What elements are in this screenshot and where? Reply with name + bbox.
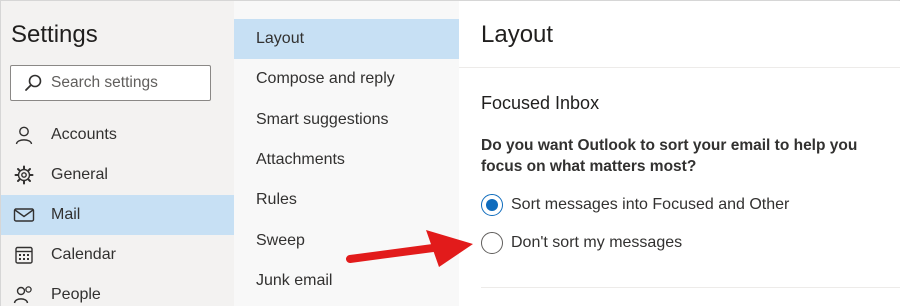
nav-item-label: People	[51, 286, 101, 303]
submenu-item-label: Sweep	[256, 232, 305, 249]
nav-item-general[interactable]: General	[1, 155, 234, 195]
submenu-item-rules[interactable]: Rules	[234, 180, 459, 220]
radio-button[interactable]	[481, 232, 503, 254]
section-title: Focused Inbox	[481, 93, 600, 113]
radio-option-label: Don't sort my messages	[511, 234, 683, 251]
submenu-item-label: Layout	[256, 30, 305, 47]
nav-item-people[interactable]: People	[1, 275, 234, 306]
calendar-icon	[13, 244, 35, 266]
submenu-item-sweep[interactable]: Sweep	[234, 221, 459, 261]
gear-icon	[13, 164, 35, 186]
submenu-item-smart-suggestions[interactable]: Smart suggestions	[234, 100, 459, 140]
nav-item-label: Mail	[51, 206, 81, 223]
search-input[interactable]	[51, 74, 201, 92]
layout-settings-panel: Layout Focused Inbox Do you want Outlook…	[459, 1, 900, 306]
nav-item-calendar[interactable]: Calendar	[1, 235, 234, 275]
radio-option-sort-focused[interactable]: Sort messages into Focused and Other	[481, 194, 789, 216]
submenu-item-compose-and-reply[interactable]: Compose and reply	[234, 59, 459, 99]
settings-sidebar: Settings Accounts	[1, 1, 234, 306]
settings-window: Settings Accounts	[0, 0, 900, 306]
radio-option-dont-sort[interactable]: Don't sort my messages	[481, 232, 682, 254]
page-title: Layout	[481, 21, 554, 48]
people-icon	[13, 284, 35, 306]
section-divider	[481, 287, 900, 288]
radio-option-label: Sort messages into Focused and Other	[511, 196, 790, 213]
header-divider	[459, 67, 900, 68]
submenu-item-label: Attachments	[256, 151, 345, 168]
nav-item-label: Calendar	[51, 246, 116, 263]
settings-title: Settings	[11, 21, 98, 48]
submenu-item-label: Rules	[256, 191, 297, 208]
focused-inbox-question: Do you want Outlook to sort your email t…	[481, 137, 858, 175]
submenu-item-layout[interactable]: Layout	[234, 19, 459, 59]
search-icon	[23, 73, 43, 93]
nav-item-label: Accounts	[51, 126, 117, 143]
submenu-item-label: Compose and reply	[256, 70, 395, 87]
radio-button-checked[interactable]	[481, 194, 503, 216]
submenu-item-attachments[interactable]: Attachments	[234, 140, 459, 180]
mail-settings-submenu: Layout Compose and reply Smart suggestio…	[234, 1, 459, 306]
nav-item-label: General	[51, 166, 108, 183]
mail-icon	[13, 204, 35, 226]
submenu-item-junk-email[interactable]: Junk email	[234, 261, 459, 301]
submenu-item-label: Junk email	[256, 272, 333, 289]
nav-item-accounts[interactable]: Accounts	[1, 115, 234, 155]
person-icon	[13, 124, 35, 146]
search-box[interactable]	[10, 65, 211, 101]
submenu-item-label: Smart suggestions	[256, 111, 389, 128]
nav-item-mail[interactable]: Mail	[1, 195, 234, 235]
